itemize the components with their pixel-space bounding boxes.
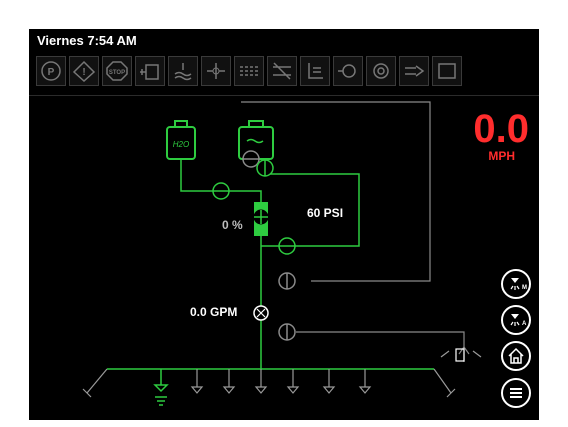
flow-label: 0.0 GPM bbox=[190, 305, 238, 319]
menu-button[interactable] bbox=[501, 378, 531, 408]
boom-nozzles bbox=[82, 350, 482, 398]
pressure-valve-icon bbox=[278, 237, 296, 255]
pump-fan-icon bbox=[253, 202, 269, 236]
tank-left-label: H2O bbox=[173, 140, 189, 149]
plumbing-diagram: H2O bbox=[82, 101, 482, 406]
pump-percent-label: 0 % bbox=[222, 218, 243, 232]
external-spray-icon bbox=[455, 348, 465, 362]
svg-text:M: M bbox=[522, 285, 527, 291]
display-screen: Viernes 7:54 AM P ! STOP 0.0 MPH H2O 0 %… bbox=[29, 29, 539, 420]
spray-manual-button[interactable]: M bbox=[501, 269, 531, 299]
svg-text:A: A bbox=[522, 321, 527, 327]
return-valve-icons bbox=[278, 272, 296, 341]
spray-auto-button[interactable]: A bbox=[501, 305, 531, 335]
home-icon bbox=[508, 347, 524, 364]
menu-icon bbox=[510, 388, 522, 398]
flow-meter-icon bbox=[253, 305, 269, 321]
active-nozzle-icon bbox=[153, 369, 169, 406]
water-tank-icon: H2O bbox=[166, 120, 196, 160]
home-button[interactable] bbox=[501, 341, 531, 371]
pressure-label: 60 PSI bbox=[307, 206, 344, 220]
